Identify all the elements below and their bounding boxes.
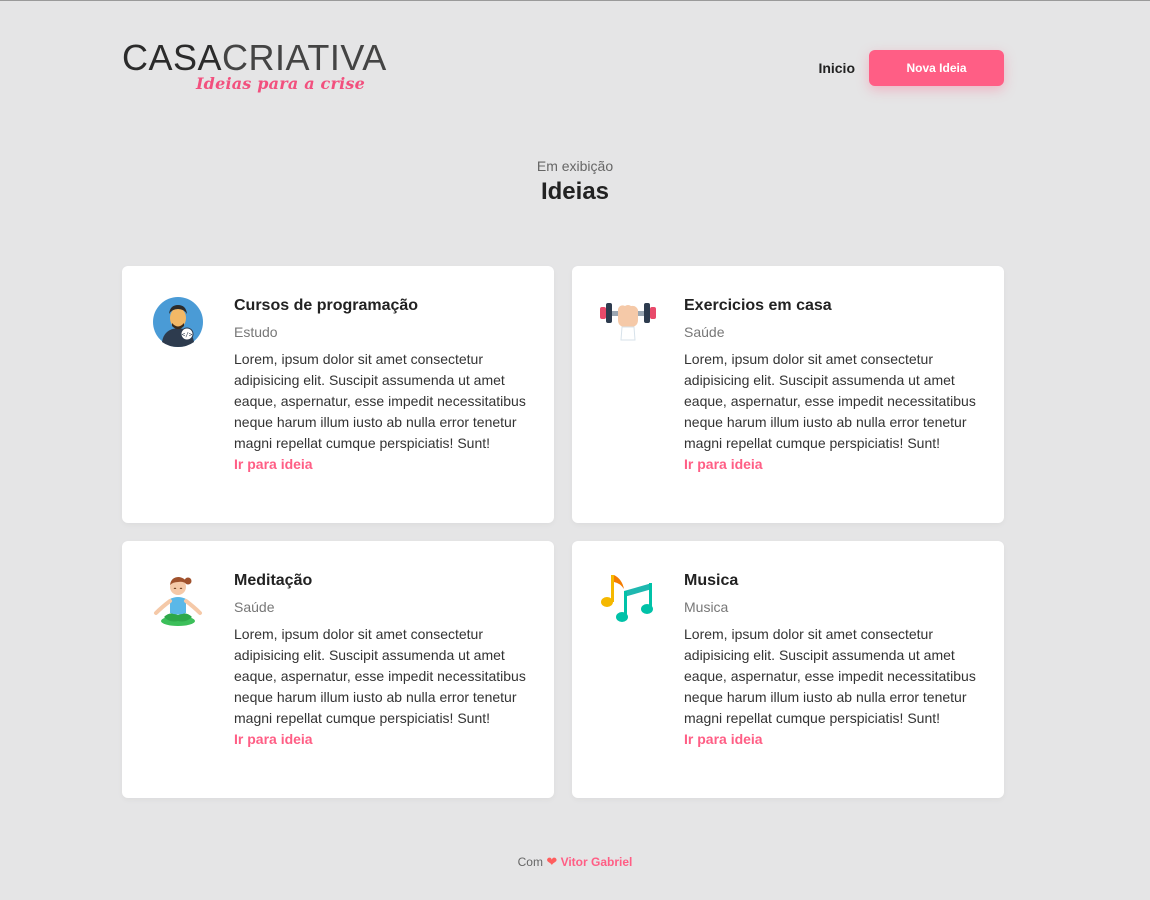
idea-description: Lorem, ipsum dolor sit amet consectetur …	[684, 626, 976, 726]
meditation-icon	[152, 571, 204, 626]
logo[interactable]: CASACRIATIVA Ideias para a crise	[122, 37, 387, 97]
logo-word-criativa: CRIATIVA	[222, 37, 387, 78]
idea-card: Musica Musica Lorem, ipsum dolor sit ame…	[572, 541, 1004, 798]
idea-category: Musica	[684, 599, 729, 615]
logo-tagline: Ideias para a crise	[196, 74, 365, 93]
idea-link[interactable]: Ir para ideia	[234, 454, 530, 474]
idea-card: Exercicios em casa Saúde Lorem, ipsum do…	[572, 266, 1004, 523]
idea-card-body: Meditação Saúde Lorem, ipsum dolor sit a…	[234, 571, 530, 749]
programmer-icon: </>	[152, 296, 204, 348]
logo-wordmark: CASACRIATIVA	[122, 37, 387, 78]
idea-title: Meditação	[234, 572, 313, 589]
nav-link-home[interactable]: Inicio	[818, 60, 855, 76]
svg-text:</>: </>	[182, 332, 193, 339]
idea-description: Lorem, ipsum dolor sit amet consectetur …	[234, 626, 526, 726]
footer-prefix: Com	[517, 855, 543, 869]
header: CASACRIATIVA Ideias para a crise Inicio …	[122, 39, 1004, 99]
nav: Inicio Nova Ideia	[818, 50, 1004, 86]
dumbbell-icon	[600, 296, 656, 348]
idea-card-body: Exercicios em casa Saúde Lorem, ipsum do…	[684, 296, 980, 474]
idea-card-body: Cursos de programação Estudo Lorem, ipsu…	[234, 296, 530, 474]
idea-card-body: Musica Musica Lorem, ipsum dolor sit ame…	[684, 571, 980, 749]
idea-card: </> Cursos de programação Estudo Lorem, …	[122, 266, 554, 523]
ideas-grid: </> Cursos de programação Estudo Lorem, …	[122, 266, 1004, 798]
idea-category: Estudo	[234, 324, 278, 340]
new-idea-button[interactable]: Nova Ideia	[869, 50, 1004, 86]
section-eyebrow: Em exibição	[536, 158, 614, 174]
section-header: Em exibição Ideias	[0, 158, 1150, 206]
idea-title: Cursos de programação	[234, 297, 419, 314]
idea-category: Saúde	[234, 599, 275, 615]
idea-title: Musica	[684, 572, 739, 589]
logo-word-casa: CASA	[122, 37, 223, 78]
idea-card: Meditação Saúde Lorem, ipsum dolor sit a…	[122, 541, 554, 798]
idea-link[interactable]: Ir para ideia	[684, 729, 980, 749]
footer-author-link[interactable]: Vitor Gabriel	[561, 855, 633, 869]
idea-link[interactable]: Ir para ideia	[234, 729, 530, 749]
idea-title: Exercicios em casa	[684, 297, 832, 314]
idea-category: Saúde	[684, 324, 725, 340]
footer: Com ❤ Vitor Gabriel	[0, 854, 1150, 870]
idea-description: Lorem, ipsum dolor sit amet consectetur …	[684, 351, 976, 451]
music-notes-icon	[601, 571, 654, 623]
idea-link[interactable]: Ir para ideia	[684, 454, 980, 474]
page-title: Ideias	[540, 178, 610, 205]
idea-description: Lorem, ipsum dolor sit amet consectetur …	[234, 351, 526, 451]
heart-icon: ❤	[546, 854, 558, 869]
